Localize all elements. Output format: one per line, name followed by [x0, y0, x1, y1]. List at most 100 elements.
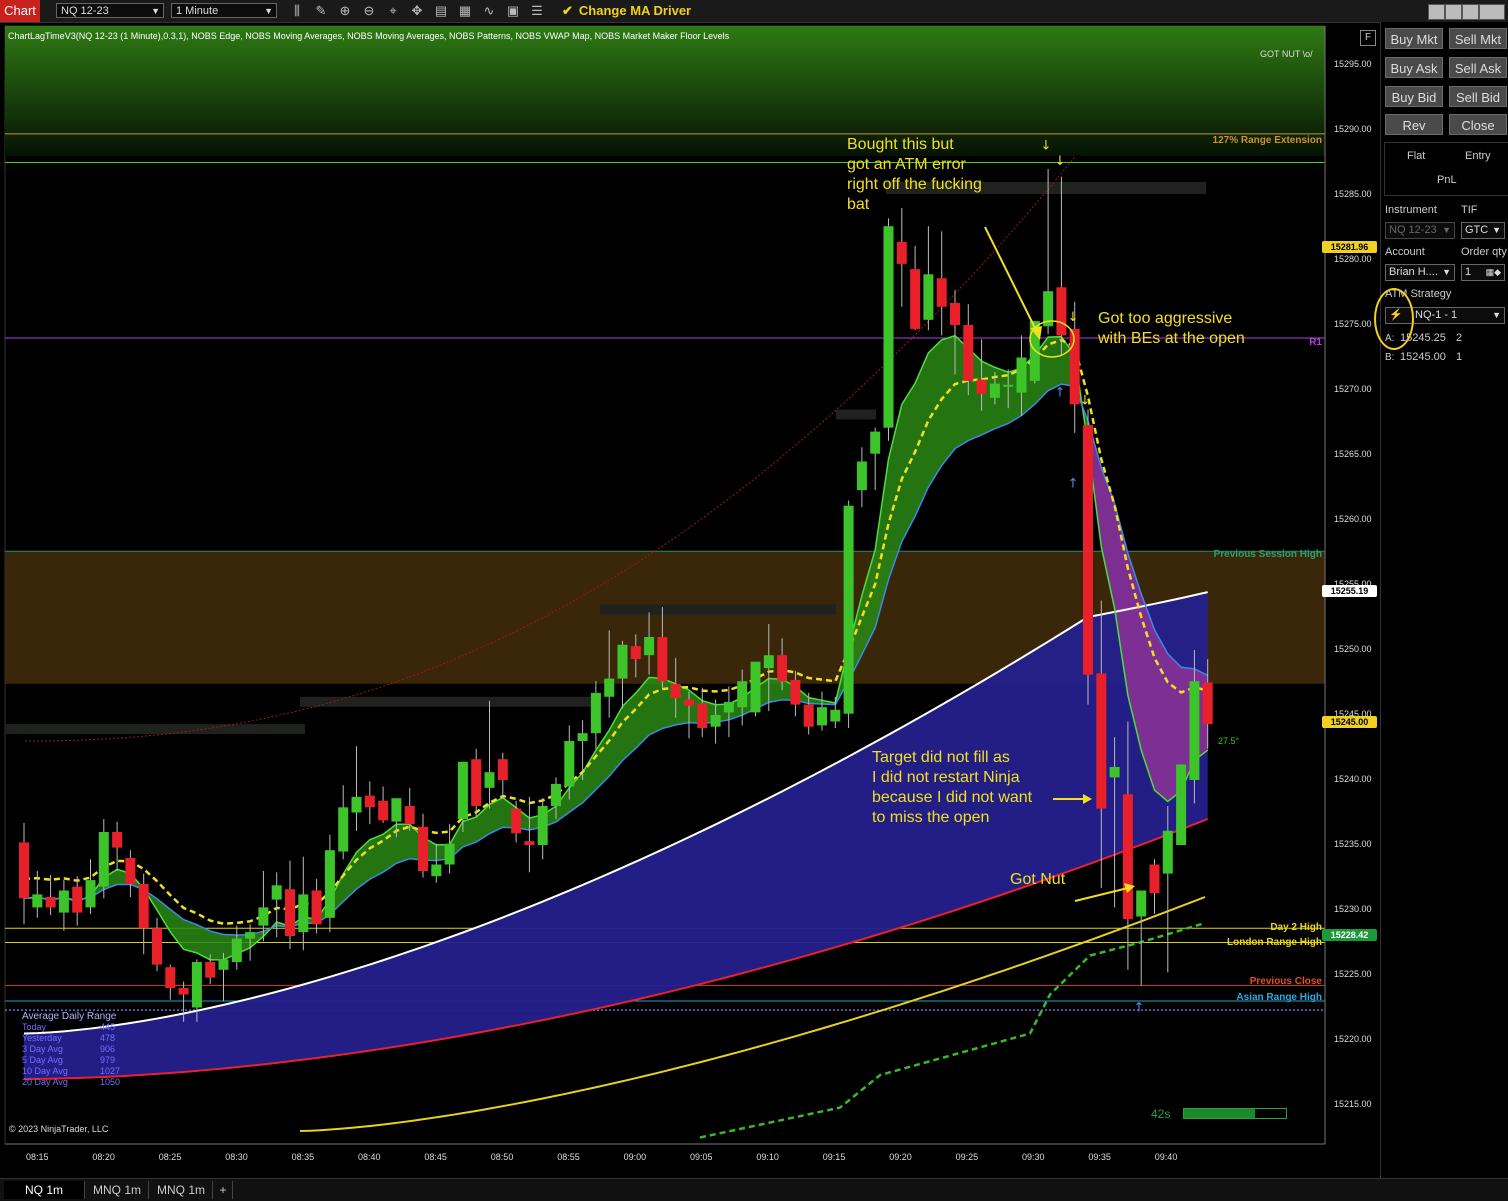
- candle-body: [710, 715, 721, 727]
- order-qty-stepper[interactable]: 1 ▦◆: [1461, 264, 1505, 281]
- candle-body: [298, 894, 309, 933]
- candle-body: [577, 733, 588, 741]
- bar-type-icon[interactable]: ⫼: [288, 2, 306, 20]
- candle-body: [152, 928, 162, 965]
- chevron-down-icon: ▼: [1442, 225, 1451, 235]
- minimize-button[interactable]: [1445, 4, 1462, 20]
- tif-select-value: GTC: [1465, 224, 1489, 236]
- candle-body: [245, 932, 256, 939]
- buy-market-button[interactable]: Buy Mkt: [1385, 28, 1443, 49]
- flat-label: Flat: [1407, 150, 1426, 162]
- candle-body: [870, 431, 881, 454]
- arrow-down-icon: ↓: [1068, 310, 1079, 325]
- adr-row: Today 445: [22, 1022, 132, 1033]
- asian-range-high-label: Asian Range High: [1236, 992, 1322, 1003]
- chart-tab[interactable]: Chart: [0, 0, 40, 22]
- top-right-label: GOT NUT \o/: [1260, 49, 1313, 59]
- annotation-line: got an ATM error: [847, 156, 966, 173]
- price-axis-label: 15270.00: [1334, 384, 1372, 394]
- adr-row-label: Yesterday: [22, 1033, 62, 1043]
- global-crosshair-icon[interactable]: ✥: [408, 2, 426, 20]
- restore-window-button[interactable]: [1428, 4, 1445, 20]
- candle-body: [1016, 357, 1027, 393]
- candle-body: [617, 644, 628, 679]
- candle-body: [1176, 764, 1187, 845]
- adr-row: 10 Day Avg 1027: [22, 1066, 132, 1077]
- price-chart[interactable]: ↓↓↓↓↑↑↑: [0, 22, 1380, 1178]
- time-axis-label: 08:55: [557, 1152, 580, 1162]
- time-axis-label: 09:40: [1154, 1152, 1178, 1162]
- chevron-down-icon: ▼: [1442, 267, 1451, 277]
- candle-body: [817, 707, 827, 726]
- tab-mnq-1m-2[interactable]: MNQ 1m: [150, 1181, 213, 1199]
- ask-qty: 2: [1456, 332, 1463, 344]
- tab-nq-1m[interactable]: NQ 1m: [4, 1181, 85, 1199]
- close-window-button[interactable]: [1479, 4, 1505, 20]
- candle-body: [457, 761, 468, 819]
- tab-mnq-1m[interactable]: MNQ 1m: [86, 1181, 149, 1199]
- maximize-button[interactable]: [1462, 4, 1479, 20]
- candle-body: [1096, 673, 1107, 809]
- candle-body: [378, 800, 389, 821]
- instrument-select[interactable]: NQ 12-23 ▼: [56, 3, 164, 18]
- templates-icon[interactable]: ☰: [528, 2, 546, 20]
- candle-body: [205, 962, 216, 978]
- candle-body: [830, 709, 841, 722]
- interval-select[interactable]: 1 Minute ▼: [171, 3, 277, 18]
- candle-body: [72, 886, 83, 913]
- sell-bid-button[interactable]: Sell Bid: [1449, 86, 1507, 107]
- candle-body: [590, 692, 601, 734]
- data-box-icon[interactable]: ▤: [432, 2, 450, 20]
- candle-body: [564, 741, 575, 787]
- ma-driver-label: Change MA Driver: [578, 3, 692, 18]
- strategies-icon[interactable]: ▣: [504, 2, 522, 20]
- annotation-line: Target did not fill as: [872, 749, 1010, 766]
- account-label: Account: [1385, 246, 1425, 258]
- crosshair-icon[interactable]: ⌖: [384, 2, 402, 20]
- arrow-down-icon: ↓: [1041, 139, 1052, 154]
- candle-body: [856, 461, 867, 491]
- tif-select[interactable]: GTC ▼: [1461, 222, 1505, 239]
- add-tab-button[interactable]: +: [214, 1181, 233, 1199]
- chart-title: ChartLagTimeV3(NQ 12-23 (1 Minute),0.3,1…: [8, 31, 730, 41]
- time-axis-label: 09:00: [623, 1152, 647, 1162]
- percent-label: 27.5°: [1218, 736, 1240, 746]
- buy-ask-button[interactable]: Buy Ask: [1385, 57, 1443, 78]
- chart-panel[interactable]: ↓ ↓ ↓ ↓ ↑ ↑ ↑ ChartLagTimeV3(NQ 12-23 (1 Minut…: [0, 22, 1380, 1178]
- zoom-in-icon[interactable]: ⊕: [336, 2, 354, 20]
- candle-body: [218, 959, 229, 970]
- price-axis-label: 15235.00: [1334, 839, 1372, 849]
- adr-row-value: 1050: [100, 1077, 121, 1087]
- price-axis-label: 15295.00: [1334, 59, 1372, 69]
- close-position-button[interactable]: Close: [1449, 114, 1507, 135]
- sell-market-button[interactable]: Sell Mkt: [1449, 28, 1507, 49]
- annotation-aggressive: Got too aggressive with BEs at the open: [1098, 309, 1245, 349]
- candle-body: [497, 759, 508, 780]
- f-button[interactable]: F: [1360, 30, 1376, 46]
- time-axis-label: 08:25: [158, 1152, 182, 1162]
- candle-body: [324, 850, 335, 918]
- account-select[interactable]: Brian H.... ▼: [1385, 264, 1455, 281]
- price-axis-label: 15220.00: [1334, 1034, 1372, 1044]
- bid-label: B:: [1385, 352, 1395, 363]
- checkmark-icon: ✔: [562, 3, 573, 18]
- candle-body: [471, 759, 482, 806]
- zoom-out-icon[interactable]: ⊖: [360, 2, 378, 20]
- stepper-icon[interactable]: ▦◆: [1486, 265, 1501, 280]
- time-axis-label: 09:05: [690, 1152, 713, 1162]
- buy-bid-button[interactable]: Buy Bid: [1385, 86, 1443, 107]
- price-tag-day2-high: 15228.42: [1322, 929, 1377, 941]
- annotation-line: because I did not want: [872, 789, 1033, 806]
- candle-body: [604, 678, 615, 697]
- change-ma-driver-button[interactable]: ✔ Change MA Driver: [562, 3, 691, 19]
- sell-ask-button[interactable]: Sell Ask: [1449, 57, 1507, 78]
- drawing-tool-icon[interactable]: ✎: [312, 2, 330, 20]
- time-axis-label: 09:35: [1088, 1152, 1111, 1162]
- properties-icon[interactable]: ▦: [456, 2, 474, 20]
- adr-row-label: 3 Day Avg: [22, 1044, 63, 1054]
- instrument-field: NQ 12-23 ▼: [1385, 222, 1455, 239]
- indicators-icon[interactable]: ∿: [480, 2, 498, 20]
- annotation-got-nut: Got Nut: [1010, 871, 1066, 888]
- candle-body: [803, 704, 814, 727]
- reverse-button[interactable]: Rev: [1385, 114, 1443, 135]
